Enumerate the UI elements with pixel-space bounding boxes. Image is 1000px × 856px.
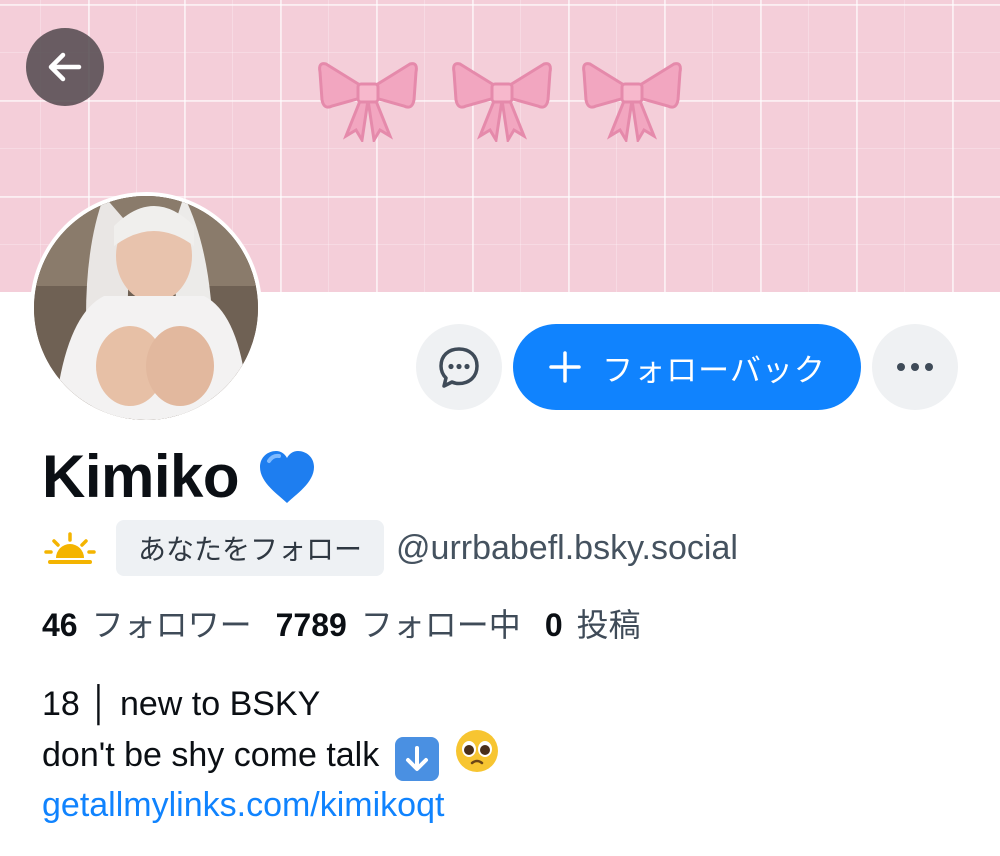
chat-bubble-icon bbox=[439, 347, 479, 388]
avatar-photo bbox=[34, 196, 258, 420]
back-button[interactable] bbox=[26, 28, 104, 106]
bow-icon bbox=[452, 62, 552, 142]
followers-count[interactable]: 46 bbox=[42, 607, 78, 644]
following-label[interactable]: フォロー中 bbox=[361, 600, 521, 646]
message-button[interactable] bbox=[416, 324, 502, 410]
follow-back-label: フォローバック bbox=[602, 352, 826, 389]
arrow-left-icon bbox=[48, 52, 82, 82]
following-count[interactable]: 7789 bbox=[276, 607, 347, 644]
followers-label[interactable]: フォロワー bbox=[92, 600, 252, 646]
more-options-button[interactable] bbox=[872, 324, 958, 410]
bio-link[interactable]: getallmylinks.com/kimikoqt bbox=[42, 781, 500, 829]
display-name: Kimiko bbox=[42, 443, 240, 510]
avatar[interactable] bbox=[30, 192, 262, 424]
down-arrow-icon bbox=[394, 737, 439, 781]
bio-line-1: 18 │ new to BSKY bbox=[42, 685, 321, 723]
bow-icon bbox=[318, 62, 418, 142]
posts-count: 0 bbox=[544, 607, 563, 643]
handle: @urrbabefl.bsky.social bbox=[396, 528, 738, 567]
pleading-face-icon bbox=[456, 730, 499, 772]
posts-label: 投稿 bbox=[576, 607, 641, 643]
profile-stats: 46 フォロワー 7789 フォロー中 0 投稿 bbox=[42, 600, 665, 646]
bio-line-2: don't be shy come talk bbox=[42, 736, 380, 774]
sunrise-icon bbox=[44, 532, 96, 564]
ellipsis-icon bbox=[897, 363, 933, 371]
follows-you-badge: あなたをフォロー bbox=[116, 520, 385, 576]
bio-line-2-row: don't be shy come talk bbox=[42, 728, 500, 781]
display-name-row: Kimiko bbox=[42, 442, 317, 512]
plus-icon bbox=[549, 351, 581, 383]
follow-back-button[interactable]: フォローバック bbox=[513, 324, 861, 410]
bow-icon bbox=[582, 62, 682, 142]
blue-heart-icon bbox=[260, 451, 315, 503]
profile-meta-row: あなたをフォロー @urrbabefl.bsky.social bbox=[42, 520, 738, 576]
bio: 18 │ new to BSKY don't be shy come talk … bbox=[42, 680, 500, 829]
follows-you-label: あなたをフォロー bbox=[138, 533, 363, 566]
